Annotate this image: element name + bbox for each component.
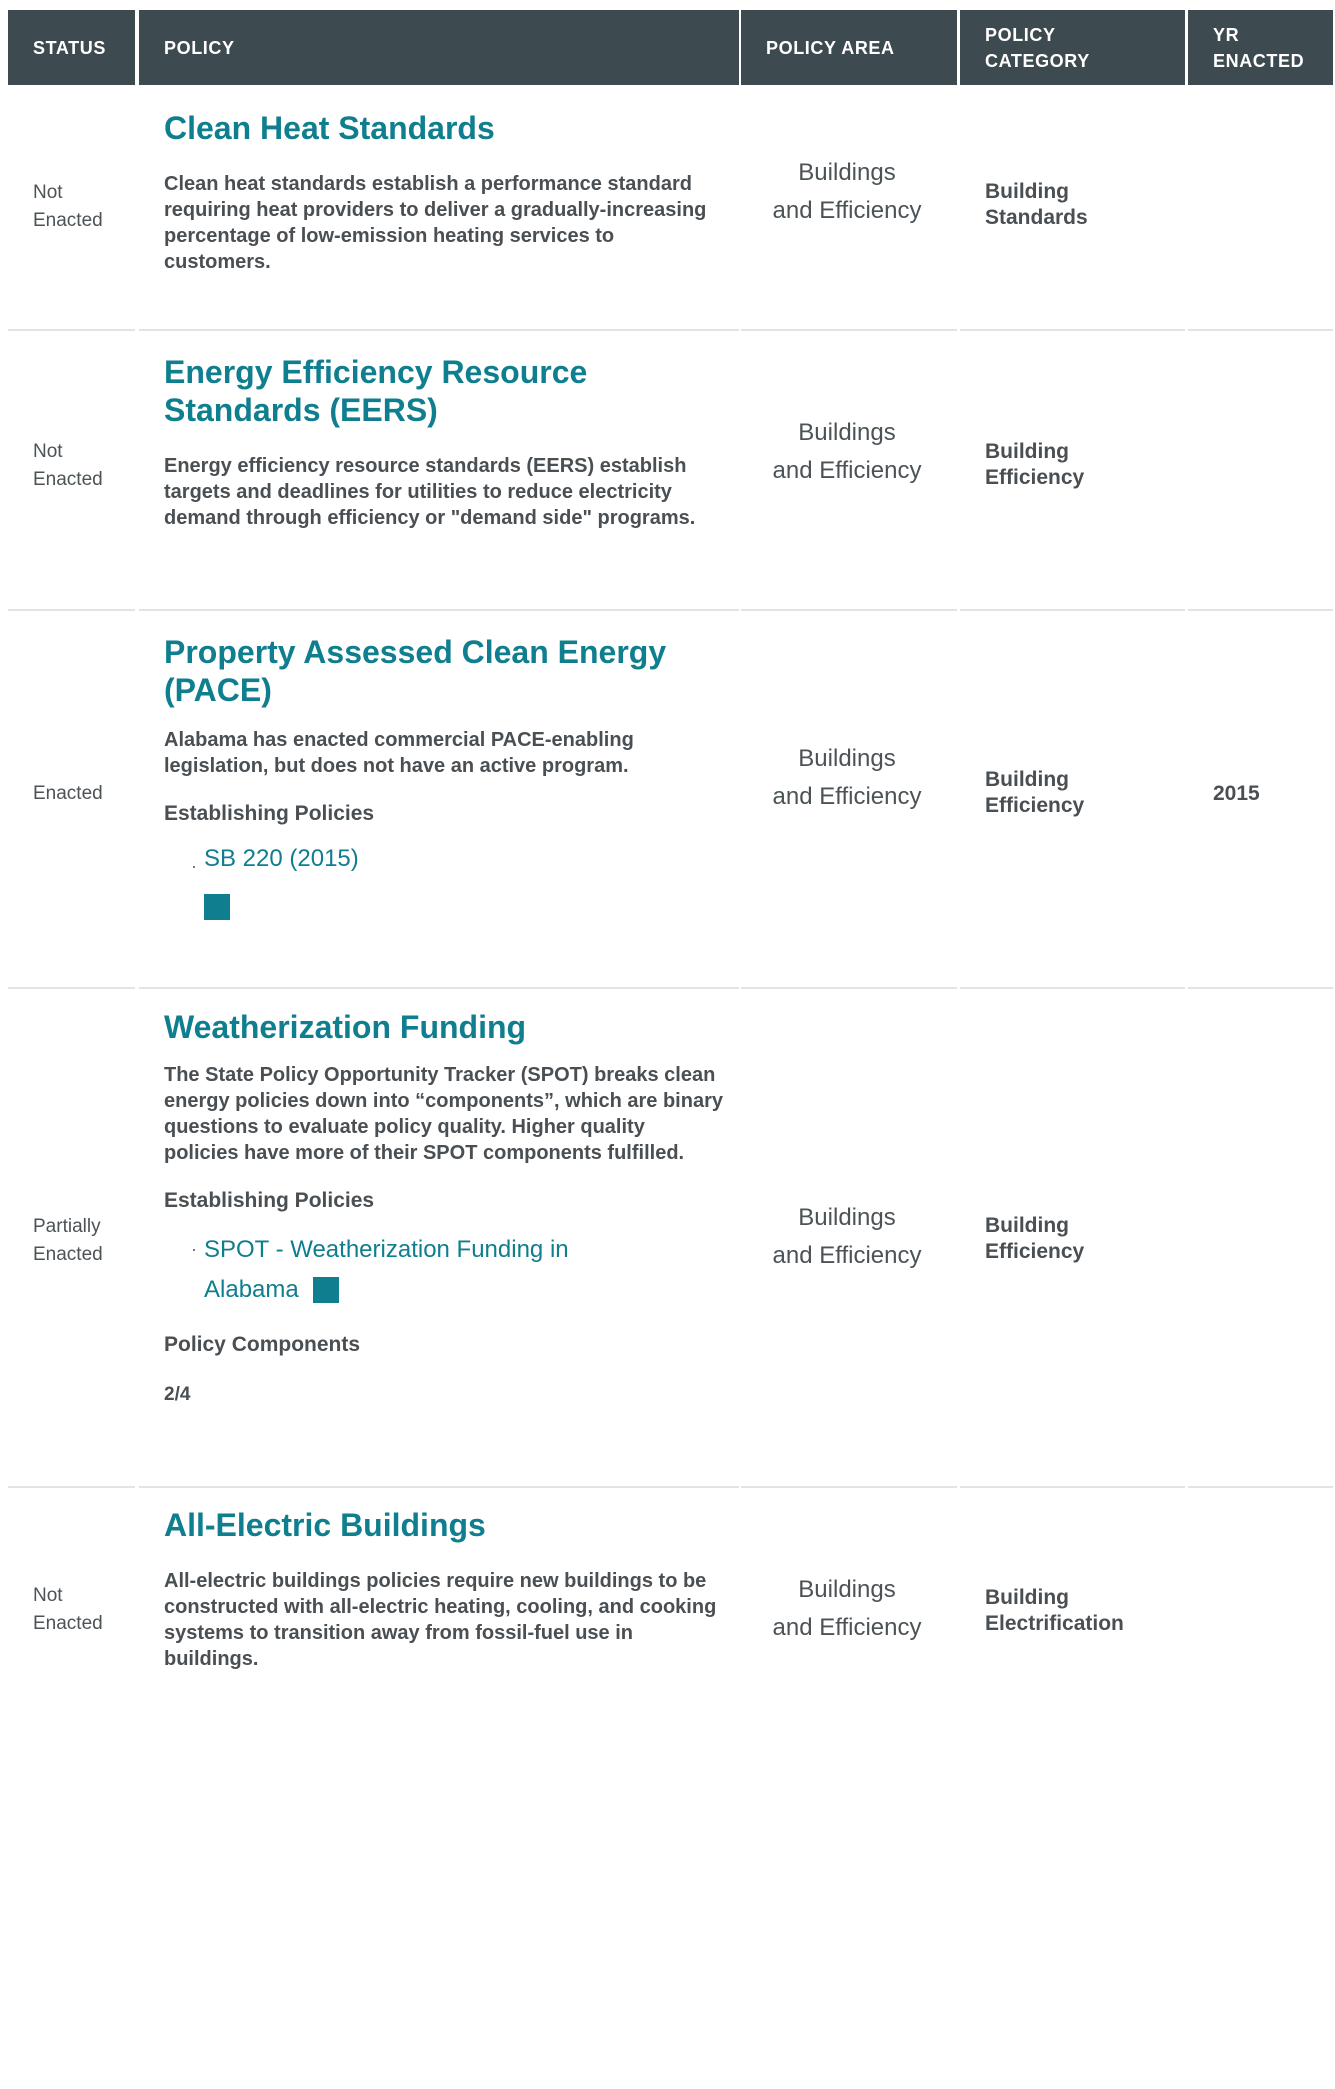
policy-description: Clean heat standards establish a perform… — [164, 173, 707, 273]
status-cell: Enacted — [33, 783, 103, 804]
status-cell: Not Enacted — [33, 182, 103, 231]
establishing-policy-link[interactable]: SPOT - Weatherization Funding in Alabama — [204, 1236, 569, 1303]
policy-description: Alabama has enacted commercial PACE-enab… — [164, 729, 634, 777]
establishing-policies-label: Establishing Policies — [164, 1189, 375, 1212]
external-link-square-icon[interactable] — [312, 1277, 339, 1304]
policy-description: The State Policy Opportunity Tracker (SP… — [164, 1064, 723, 1164]
policy-description: Energy efficiency resource standards (EE… — [164, 455, 696, 529]
establishing-policy-link[interactable]: SB 220 (2015) — [204, 839, 359, 879]
policy-cell: Clean Heat Standards Clean heat standard… — [164, 109, 724, 275]
policy-title-link[interactable]: Property Assessed Clean Energy (PACE) — [164, 633, 724, 709]
column-header-label: POLICY AREA — [766, 37, 895, 58]
column-header-policy-area[interactable]: POLICY AREA — [741, 10, 957, 85]
policy-category-cell: Building Efficiency — [985, 1214, 1085, 1263]
column-header-policy[interactable]: POLICY — [139, 10, 739, 85]
list-item: SB 220 (2015) — [204, 845, 724, 927]
policy-components-label: Policy Components — [164, 1333, 361, 1357]
policy-description: All-electric buildings policies require … — [164, 1570, 717, 1670]
policy-area-cell: Buildings and Efficiency — [772, 1576, 922, 1641]
policy-cell: Weatherization Funding The State Policy … — [164, 1008, 724, 1406]
policy-category-cell: Building Electrification — [985, 1586, 1124, 1635]
status-cell: Partially Enacted — [33, 1216, 103, 1265]
status-cell: Not Enacted — [33, 441, 103, 490]
table-row: Not Enacted All-Electric Buildings All-el… — [0, 1488, 1335, 1738]
column-header-label: POLICY CATEGORY — [985, 24, 1090, 71]
column-header-yr-enacted[interactable]: YR ENACTED — [1188, 10, 1333, 85]
list-item: SPOT - Weatherization Funding in Alabama — [204, 1230, 604, 1310]
policy-category-cell: Building Standards — [985, 180, 1088, 229]
policy-title-link[interactable]: Energy Efficiency Resource Standards (EE… — [164, 353, 724, 429]
table-row: Not Enacted Energy Efficiency Resource St… — [0, 331, 1335, 611]
policy-area-cell: Buildings and Efficiency — [772, 1204, 922, 1269]
policy-category-cell: Building Efficiency — [985, 768, 1085, 817]
policy-area-cell: Buildings and Efficiency — [772, 745, 922, 810]
table-row: Partially Enacted Weatherization Funding … — [0, 989, 1335, 1488]
table-row: Enacted Property Assessed Clean Energy (… — [0, 611, 1335, 989]
table-row: Not Enacted Clean Heat Standards Clean he… — [0, 88, 1335, 331]
policy-cell: All-Electric Buildings All-electric buil… — [164, 1506, 724, 1672]
external-link-square-icon[interactable] — [204, 893, 230, 920]
column-header-label: YR ENACTED — [1213, 24, 1305, 71]
column-header-status[interactable]: STATUS — [8, 10, 135, 85]
column-header-policy-category[interactable]: POLICY CATEGORY — [960, 10, 1185, 85]
establishing-policies-label: Establishing Policies — [164, 802, 375, 825]
policy-area-cell: Buildings and Efficiency — [772, 419, 922, 484]
policy-title-link[interactable]: Weatherization Funding — [164, 1008, 724, 1046]
policy-category-cell: Building Efficiency — [985, 440, 1085, 489]
policy-cell: Energy Efficiency Resource Standards (EE… — [164, 353, 724, 531]
year-enacted-cell: 2015 — [1213, 782, 1260, 805]
status-cell: Not Enacted — [33, 1585, 103, 1634]
establishing-policies-list: SPOT - Weatherization Funding in Alabama — [164, 1230, 724, 1310]
establishing-policies-list: SB 220 (2015) — [164, 845, 724, 927]
policy-cell: Property Assessed Clean Energy (PACE) Al… — [164, 633, 724, 927]
policy-title-link[interactable]: All-Electric Buildings — [164, 1506, 724, 1544]
column-header-label: STATUS — [33, 37, 106, 58]
column-header-label: POLICY — [164, 37, 235, 58]
policy-title-link[interactable]: Clean Heat Standards — [164, 109, 724, 147]
policy-area-cell: Buildings and Efficiency — [772, 159, 922, 224]
policy-components-value: 2/4 — [164, 1384, 191, 1406]
